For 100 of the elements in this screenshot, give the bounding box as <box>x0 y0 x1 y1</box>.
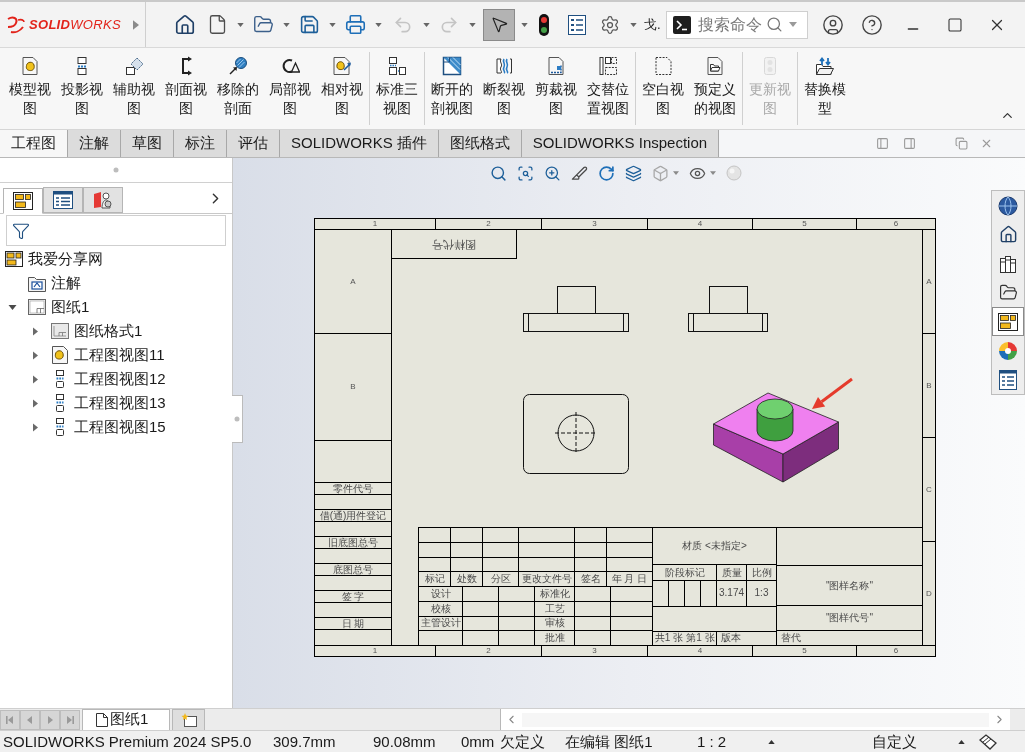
ribbon-tab[interactable]: 标注 <box>174 130 227 157</box>
units-text[interactable]: 自定义 <box>872 732 917 750</box>
traffic-light-icon[interactable] <box>539 13 549 36</box>
ribbon-tab[interactable]: SOLIDWORKS 插件 <box>280 130 439 157</box>
layers-icon[interactable] <box>625 164 642 182</box>
grip-dot-icon[interactable] <box>113 167 119 173</box>
caret-icon[interactable] <box>8 304 17 310</box>
ribbon-button[interactable]: 剪裁视图 <box>530 48 582 129</box>
home-icon[interactable] <box>174 13 196 36</box>
ribbon-tab[interactable]: 评估 <box>227 130 280 157</box>
ribbon-button[interactable]: 断开的剖视图 <box>426 48 478 129</box>
dashed-frames-icon <box>598 56 618 76</box>
tree-item[interactable]: 图纸1 <box>0 295 232 319</box>
tree-item[interactable]: 工程图视图13 <box>0 391 232 415</box>
zone-label: 5 <box>802 220 807 228</box>
tree-item[interactable]: 工程图视图15 <box>0 415 232 439</box>
ribbon-button[interactable]: 模型视图 <box>4 48 56 129</box>
slice-icon[interactable] <box>571 164 588 182</box>
ribbon-button[interactable]: 相对视图 <box>316 48 368 129</box>
caret-icon[interactable] <box>33 374 38 384</box>
search-icon[interactable] <box>765 16 783 33</box>
zoom-fit-icon[interactable] <box>490 164 507 182</box>
framed-blocks-icon <box>998 312 1018 331</box>
settings-icon[interactable] <box>600 14 620 35</box>
grip-dot-icon[interactable] <box>234 416 240 422</box>
ribbon-button[interactable]: 空白视图 <box>637 48 689 129</box>
rotate-icon[interactable] <box>598 164 615 182</box>
ribbon-tab[interactable]: 图纸格式 <box>438 130 522 157</box>
ribbon-button[interactable]: 辅助视图 <box>108 48 160 129</box>
tree-item[interactable]: 工程图视图12 <box>0 367 232 391</box>
title-text: 戈. <box>644 15 661 34</box>
help-icon[interactable] <box>860 13 883 36</box>
page-part-arrow-icon <box>332 56 352 76</box>
page-folder-icon <box>705 56 725 76</box>
tree-item[interactable]: 工程图视图11 <box>0 343 232 367</box>
caret-icon[interactable] <box>236 22 244 27</box>
caret-up-icon[interactable] <box>958 739 965 744</box>
hatched-circle-icon <box>228 56 248 76</box>
panel-tab[interactable] <box>3 188 43 214</box>
filter-field[interactable] <box>6 215 226 246</box>
list-icon <box>999 369 1017 390</box>
caret-icon[interactable] <box>33 422 38 432</box>
arrow-icon <box>810 377 854 411</box>
expand-arrow-icon[interactable] <box>133 19 139 30</box>
tree-item[interactable]: 我爱分享网 <box>0 247 232 271</box>
panel-tab[interactable] <box>43 187 83 213</box>
tree-item[interactable]: 图纸格式1 <box>0 319 232 343</box>
ribbon-tab[interactable]: 草图 <box>121 130 174 157</box>
maximize-icon[interactable] <box>947 16 963 33</box>
tree-item[interactable]: 注解 <box>0 271 232 295</box>
zoom-icon[interactable] <box>544 164 561 182</box>
restore-icon[interactable] <box>955 137 968 150</box>
caret-up-icon[interactable] <box>768 739 775 744</box>
ribbon-button[interactable]: 断裂视图 <box>478 48 530 129</box>
title-block-label: 比例 <box>751 567 772 578</box>
zone-label: 5 <box>802 647 807 655</box>
caret-icon[interactable] <box>282 22 290 27</box>
scale-value: 1:3 <box>754 588 769 599</box>
sheet-tab[interactable]: 图纸1 <box>82 708 170 731</box>
printer-icon[interactable] <box>344 14 366 35</box>
ribbon-button[interactable]: 标准三视图 <box>371 48 423 129</box>
ribbon-button[interactable]: 投影视图 <box>56 48 108 129</box>
folder-open-icon[interactable] <box>252 14 274 35</box>
hatched-frame-icon <box>442 56 462 76</box>
zoom-area-icon[interactable] <box>517 164 534 182</box>
panel-grip-handle[interactable] <box>232 395 243 443</box>
save-icon[interactable] <box>298 14 320 35</box>
caret-icon[interactable] <box>629 22 637 27</box>
list-icon[interactable] <box>568 14 586 35</box>
zone-label: D <box>926 589 932 598</box>
stamp-label: 旧底图总号 <box>328 537 378 548</box>
ribbon-button[interactable]: 交替位置视图 <box>582 48 634 129</box>
user-icon[interactable] <box>821 13 844 36</box>
caret-icon[interactable] <box>328 22 336 27</box>
caret-icon[interactable] <box>33 326 38 336</box>
ribbon-tab[interactable]: SOLIDWORKS Inspection <box>521 130 720 157</box>
title-block-label: 共1 张 <box>654 633 684 644</box>
zone-label: 4 <box>697 647 703 655</box>
ribbon-button[interactable]: 移除的剖面 <box>212 48 264 129</box>
caret-icon[interactable] <box>33 350 38 360</box>
ribbon-button[interactable]: 局部视图 <box>264 48 316 129</box>
logo-text: SOLIDWORKS <box>29 15 121 34</box>
ribbon-button[interactable]: 剖面视图 <box>160 48 212 129</box>
caret-icon[interactable] <box>520 22 528 27</box>
title-block-label: 标记 <box>424 574 445 585</box>
task-pane-tab[interactable] <box>992 307 1024 336</box>
panel-right-icon[interactable] <box>903 137 916 150</box>
folder-icon <box>28 274 46 292</box>
scale-text[interactable]: 1 : 2 <box>697 732 727 750</box>
tag-icon[interactable] <box>979 733 997 750</box>
panel-left-icon[interactable] <box>876 137 889 150</box>
ribbon-button[interactable]: 预定义的视图 <box>689 48 741 129</box>
property-list-icon <box>53 191 73 209</box>
caret-icon[interactable] <box>33 398 38 408</box>
caret-icon[interactable] <box>374 22 382 27</box>
ribbon-button[interactable]: 替换模型 <box>799 48 851 129</box>
search-field[interactable]: 搜索命令 <box>665 10 808 39</box>
toolbar-button[interactable] <box>483 8 515 41</box>
add-sheet-tab[interactable] <box>172 708 205 731</box>
ribbon-tab[interactable]: 注解 <box>68 130 121 157</box>
